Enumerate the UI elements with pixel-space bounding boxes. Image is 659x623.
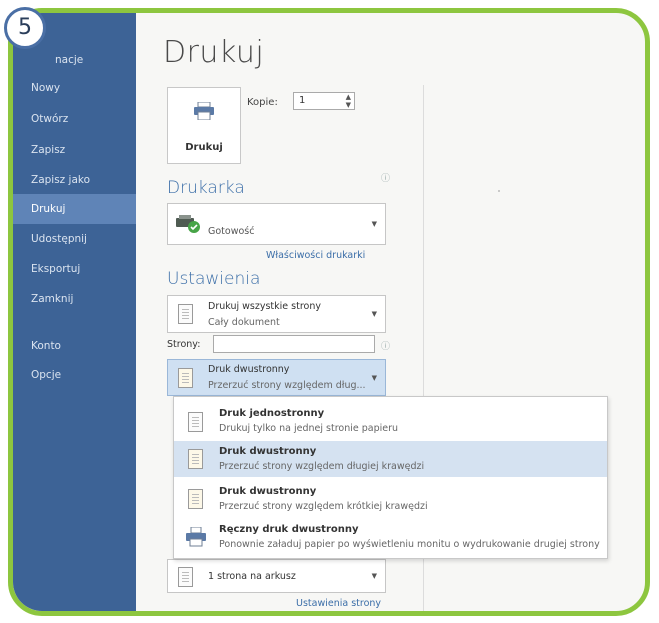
duplex-short-edge-icon	[188, 489, 203, 509]
menu-item-duplex-long-edge[interactable]: Druk dwustronny Przerzuć strony względem…	[174, 441, 607, 477]
duplex-options-menu: Druk jednostronny Drukuj tylko na jednej…	[173, 396, 608, 559]
print-button[interactable]: Drukuj	[167, 87, 241, 164]
spinner-arrows-icon[interactable]: ▲ ▼	[346, 93, 351, 109]
sidebar-item-info[interactable]: nacje	[13, 45, 136, 75]
menu-item-title: Druk dwustronny	[219, 446, 317, 457]
single-page-icon	[178, 567, 193, 587]
chevron-down-icon: ▼	[371, 220, 377, 228]
menu-item-subtitle: Przerzuć strony względem długiej krawędz…	[219, 461, 425, 472]
menu-item-single-sided[interactable]: Druk jednostronny Drukuj tylko na jednej…	[174, 403, 607, 439]
duplex-subtitle: Przerzuć strony względem dług...	[208, 380, 366, 391]
sidebar-item-new[interactable]: Nowy	[13, 73, 136, 103]
chevron-down-icon: ▼	[371, 572, 377, 580]
menu-item-title: Druk dwustronny	[219, 486, 317, 497]
page-setup-link[interactable]: Ustawienia strony	[296, 598, 381, 609]
pages-per-sheet-value: 1 strona na arkusz	[208, 571, 296, 582]
step-number-badge: 5	[4, 7, 46, 49]
menu-item-subtitle: Drukuj tylko na jednej stronie papieru	[219, 423, 399, 434]
printer-section-title: Drukarka	[167, 178, 245, 198]
chevron-down-icon: ▼	[371, 310, 377, 318]
pages-per-sheet-dropdown[interactable]: 1 strona na arkusz ▼	[167, 559, 386, 593]
manual-duplex-printer-icon	[186, 527, 206, 547]
printer-icon	[194, 102, 214, 120]
duplex-title: Druk dwustronny	[208, 364, 290, 375]
single-sided-icon	[188, 412, 203, 432]
menu-item-duplex-short-edge[interactable]: Druk dwustronny Przerzuć strony względem…	[174, 481, 607, 517]
sidebar-item-options[interactable]: Opcje	[13, 360, 136, 390]
pages-input[interactable]	[213, 335, 375, 353]
print-pane: Drukuj Drukuj Kopie: 1 ▲ ▼ Drukarka ⓘ Got…	[136, 13, 645, 611]
info-icon[interactable]: ⓘ	[381, 339, 390, 352]
preview-area	[498, 190, 500, 192]
chevron-down-icon: ▼	[371, 373, 377, 382]
duplex-dropdown[interactable]: Druk dwustronny Przerzuć strony względem…	[167, 359, 386, 396]
screenshot-frame: nacje Nowy Otwórz Zapisz Zapisz jako Dru…	[8, 8, 650, 616]
menu-item-title: Druk jednostronny	[219, 408, 325, 419]
menu-item-title: Ręczny druk dwustronny	[219, 524, 359, 535]
copies-value: 1	[299, 95, 306, 106]
sidebar-item-share[interactable]: Udostępnij	[13, 224, 136, 254]
print-range-dropdown[interactable]: Drukuj wszystkie strony Cały dokument ▼	[167, 295, 386, 333]
sidebar-item-label: nacje	[55, 54, 84, 66]
pages-label: Strony:	[167, 339, 201, 350]
sidebar-item-save-as[interactable]: Zapisz jako	[13, 165, 136, 195]
sidebar-item-print[interactable]: Drukuj	[13, 194, 136, 224]
duplex-long-edge-icon	[188, 449, 203, 469]
printer-dropdown[interactable]: Gotowość ▼	[167, 203, 386, 245]
duplex-page-icon	[178, 368, 193, 388]
pages-icon	[178, 304, 193, 324]
sidebar-item-export[interactable]: Eksportuj	[13, 254, 136, 284]
backstage-sidebar: nacje Nowy Otwórz Zapisz Zapisz jako Dru…	[13, 13, 136, 611]
sidebar-item-close[interactable]: Zamknij	[13, 284, 136, 314]
menu-item-subtitle: Przerzuć strony względem krótkiej krawęd…	[219, 501, 428, 512]
sidebar-item-save[interactable]: Zapisz	[13, 135, 136, 165]
page-title: Drukuj	[163, 35, 265, 70]
print-button-label: Drukuj	[185, 142, 223, 153]
printer-properties-link[interactable]: Właściwości drukarki	[266, 250, 365, 261]
copies-label: Kopie:	[247, 97, 278, 108]
printer-status: Gotowość	[208, 226, 255, 237]
print-range-title: Drukuj wszystkie strony	[208, 301, 321, 312]
print-range-subtitle: Cały dokument	[208, 317, 280, 328]
sidebar-item-account[interactable]: Konto	[13, 331, 136, 361]
sidebar-item-open[interactable]: Otwórz	[13, 104, 136, 134]
settings-section-title: Ustawienia	[167, 269, 261, 289]
info-icon[interactable]: ⓘ	[381, 171, 390, 184]
copies-stepper[interactable]: 1 ▲ ▼	[293, 92, 355, 110]
menu-item-subtitle: Ponownie załaduj papier po wyświetleniu …	[219, 539, 600, 550]
printer-ready-icon	[176, 215, 200, 233]
menu-item-manual-duplex[interactable]: Ręczny druk dwustronny Ponownie załaduj …	[174, 519, 607, 555]
